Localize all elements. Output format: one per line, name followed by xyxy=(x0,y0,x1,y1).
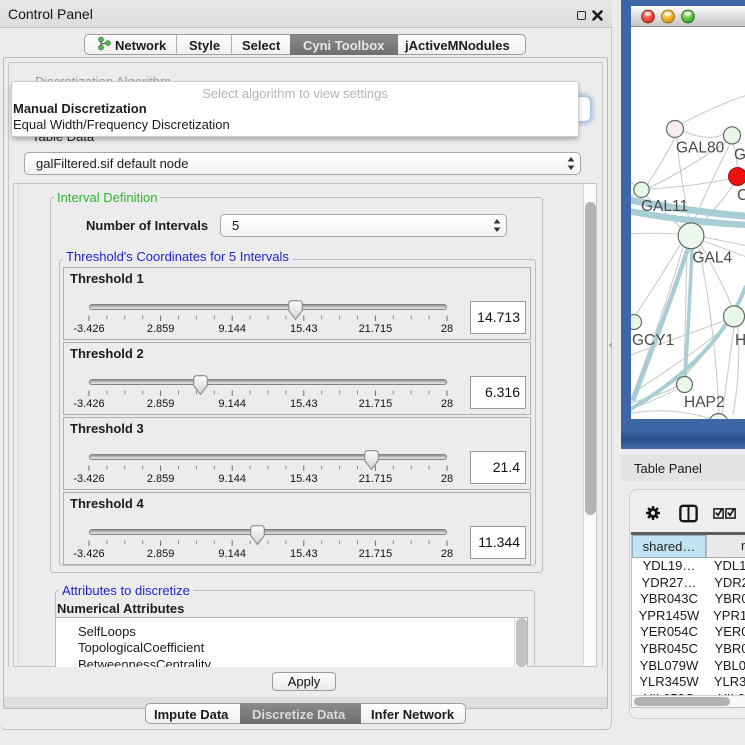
svg-text:GAL11: GAL11 xyxy=(641,198,688,215)
svg-text:GAL4: GAL4 xyxy=(693,250,733,267)
svg-text:GAL80: GAL80 xyxy=(676,140,725,157)
svg-text:CDC: CDC xyxy=(737,187,745,204)
svg-text:HIS: HIS xyxy=(735,332,745,349)
svg-text:GAL6: GAL6 xyxy=(734,147,745,164)
svg-text:HAP2: HAP2 xyxy=(684,394,725,411)
svg-text:GCY1: GCY1 xyxy=(632,332,674,349)
